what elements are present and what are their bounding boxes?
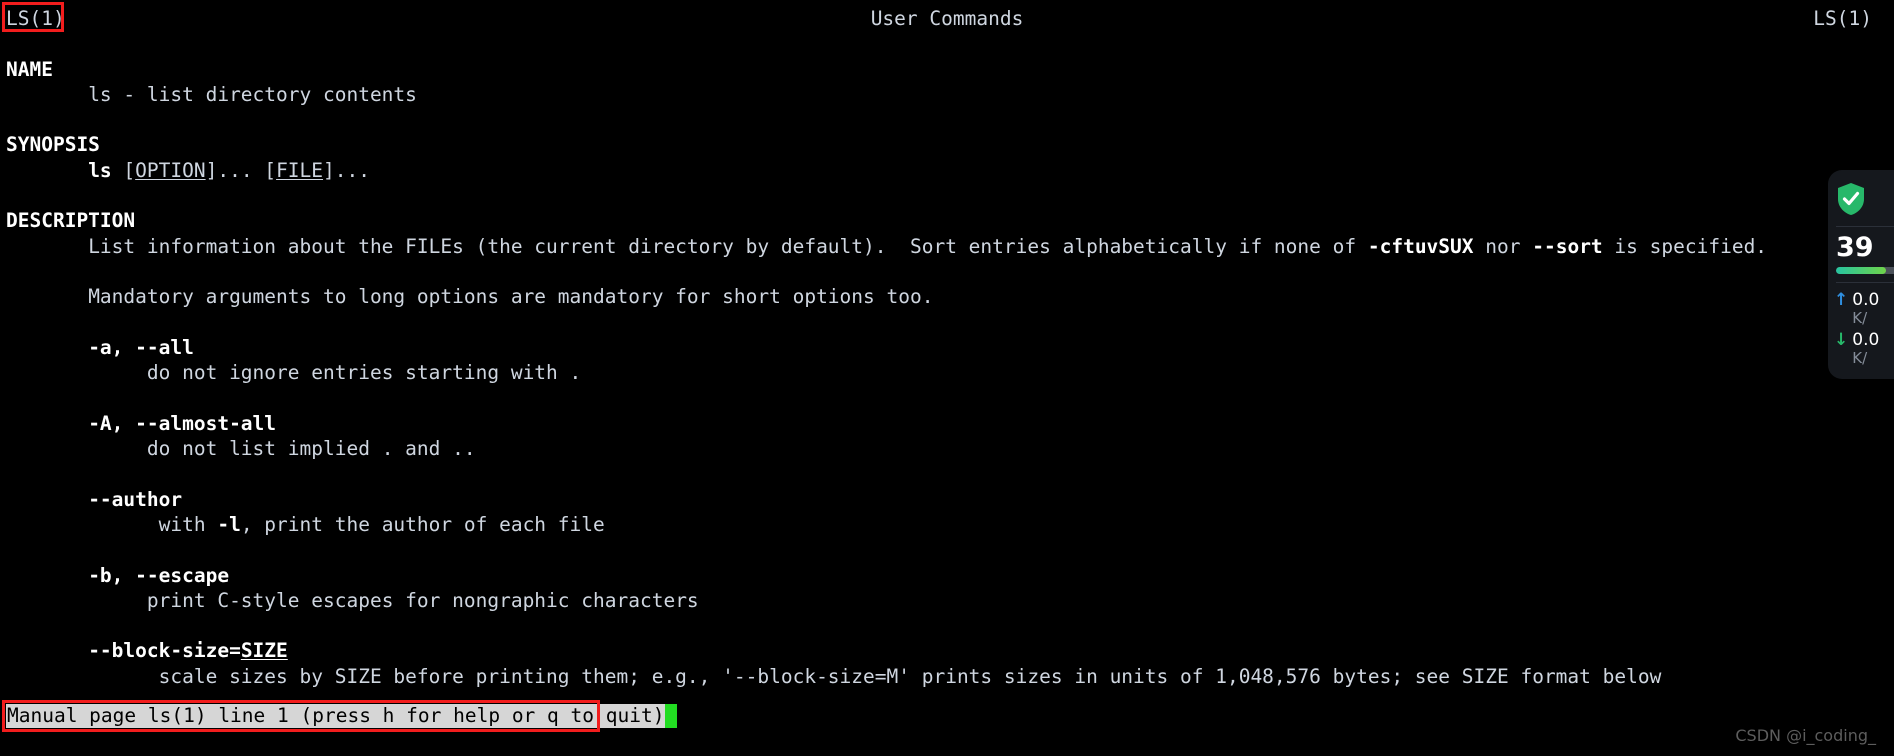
section-heading-name: NAME [0,57,1894,82]
text-cursor [665,704,678,728]
description-para1-b: nor [1473,234,1533,258]
heading-description-text: DESCRIPTION [6,209,136,233]
option-desc-author-prefix: with [158,512,218,536]
option-flag-all-text: -a, --all [88,335,194,359]
watermark: CSDN @i_coding_ [1735,725,1876,745]
synopsis-option-close: ]... [ [205,158,277,182]
description-sort-flag: --sort [1532,234,1603,258]
option-flag-block-size: --block-size=SIZE [0,638,1894,663]
option-flag-author: --author [0,487,1894,512]
option-flag-block-size-text: --block-size= [88,639,241,663]
man-header-right: LS(1) [1813,7,1872,30]
security-monitor-widget[interactable]: 39 ↑ 0.0 K/ ↓ 0.0 K/ [1828,170,1894,379]
shield-row [1828,180,1894,224]
man-header-center: User Commands [870,7,1024,30]
section-heading-synopsis: SYNOPSIS [0,132,1894,157]
option-desc-all-text: do not ignore entries starting with . [146,361,582,385]
option-flag-author-text: --author [88,487,183,511]
option-flag-all: -a, --all [0,335,1894,360]
option-desc-escape-text: print C-style escapes for nongraphic cha… [146,588,699,612]
description-para-1: List information about the FILEs (the cu… [0,234,1894,259]
description-para-2: Mandatory arguments to long options are … [0,284,1894,309]
option-desc-almost-all: do not list implied . and .. [0,436,1894,461]
upload-values: 0.0 K/ [1852,291,1879,327]
synopsis-file-arg: FILE [276,158,324,182]
synopsis-command: ls [88,158,112,182]
upload-speed-unit: K/ [1852,309,1868,327]
heading-synopsis-text: SYNOPSIS [6,133,100,157]
arrow-up-icon: ↑ [1834,290,1849,310]
upload-speed-value: 0.0 [1852,290,1880,310]
option-desc-block-size-text: scale sizes by SIZE before printing them… [158,664,1662,688]
security-score-bar-fill [1836,267,1886,274]
synopsis-file-close: ]... [323,158,370,182]
widget-divider-1 [1836,226,1894,227]
description-para2-text: Mandatory arguments to long options are … [88,285,934,309]
synopsis-option-open: [ [111,158,136,182]
option-desc-almost-all-text: do not list implied . and .. [146,437,476,461]
option-desc-author-suffix: , print the author of each file [240,512,605,536]
description-para1-c: is specified. [1602,234,1768,258]
widget-divider-2 [1836,282,1894,283]
name-body-line: ls - list directory contents [0,82,1894,107]
option-desc-escape: print C-style escapes for nongraphic cha… [0,588,1894,613]
download-speed-unit: K/ [1852,349,1868,367]
security-score-bar [1836,267,1894,274]
download-speed-value: 0.0 [1852,330,1880,350]
option-desc-block-size: scale sizes by SIZE before printing them… [0,664,1894,689]
option-flag-almost-all-text: -A, --almost-all [88,411,277,435]
option-flag-block-size-arg: SIZE [240,639,288,663]
synopsis-option-arg: OPTION [135,158,206,182]
description-para1-a: List information about the FILEs (the cu… [88,234,1368,258]
option-flag-almost-all: -A, --almost-all [0,411,1894,436]
description-flags: -cftuvSUX [1367,234,1474,258]
less-status-bar[interactable]: Manual page ls(1) line 1 (press h for he… [6,704,678,728]
upload-speed-row: ↑ 0.0 K/ [1828,289,1894,329]
shield-check-icon [1838,183,1864,215]
option-flag-escape: -b, --escape [0,563,1894,588]
man-header: LS(1) User Commands LS(1) [0,6,1894,31]
name-body-text: ls - list directory contents [88,82,417,106]
download-speed-row: ↓ 0.0 K/ [1828,329,1894,369]
download-values: 0.0 K/ [1852,331,1879,367]
status-bar-text: Manual page ls(1) line 1 (press h for he… [6,704,666,728]
terminal-window[interactable]: LS(1) User Commands LS(1) NAME ls - list… [0,0,1894,756]
option-flag-escape-text: -b, --escape [88,563,230,587]
security-score: 39 [1836,232,1874,263]
option-desc-all: do not ignore entries starting with . [0,360,1894,385]
option-desc-author-flag: -l [217,512,241,536]
option-desc-author: with -l, print the author of each file [0,512,1894,537]
synopsis-line: ls [OPTION]... [FILE]... [0,158,1894,183]
section-heading-description: DESCRIPTION [0,208,1894,233]
arrow-down-icon: ↓ [1834,330,1849,350]
